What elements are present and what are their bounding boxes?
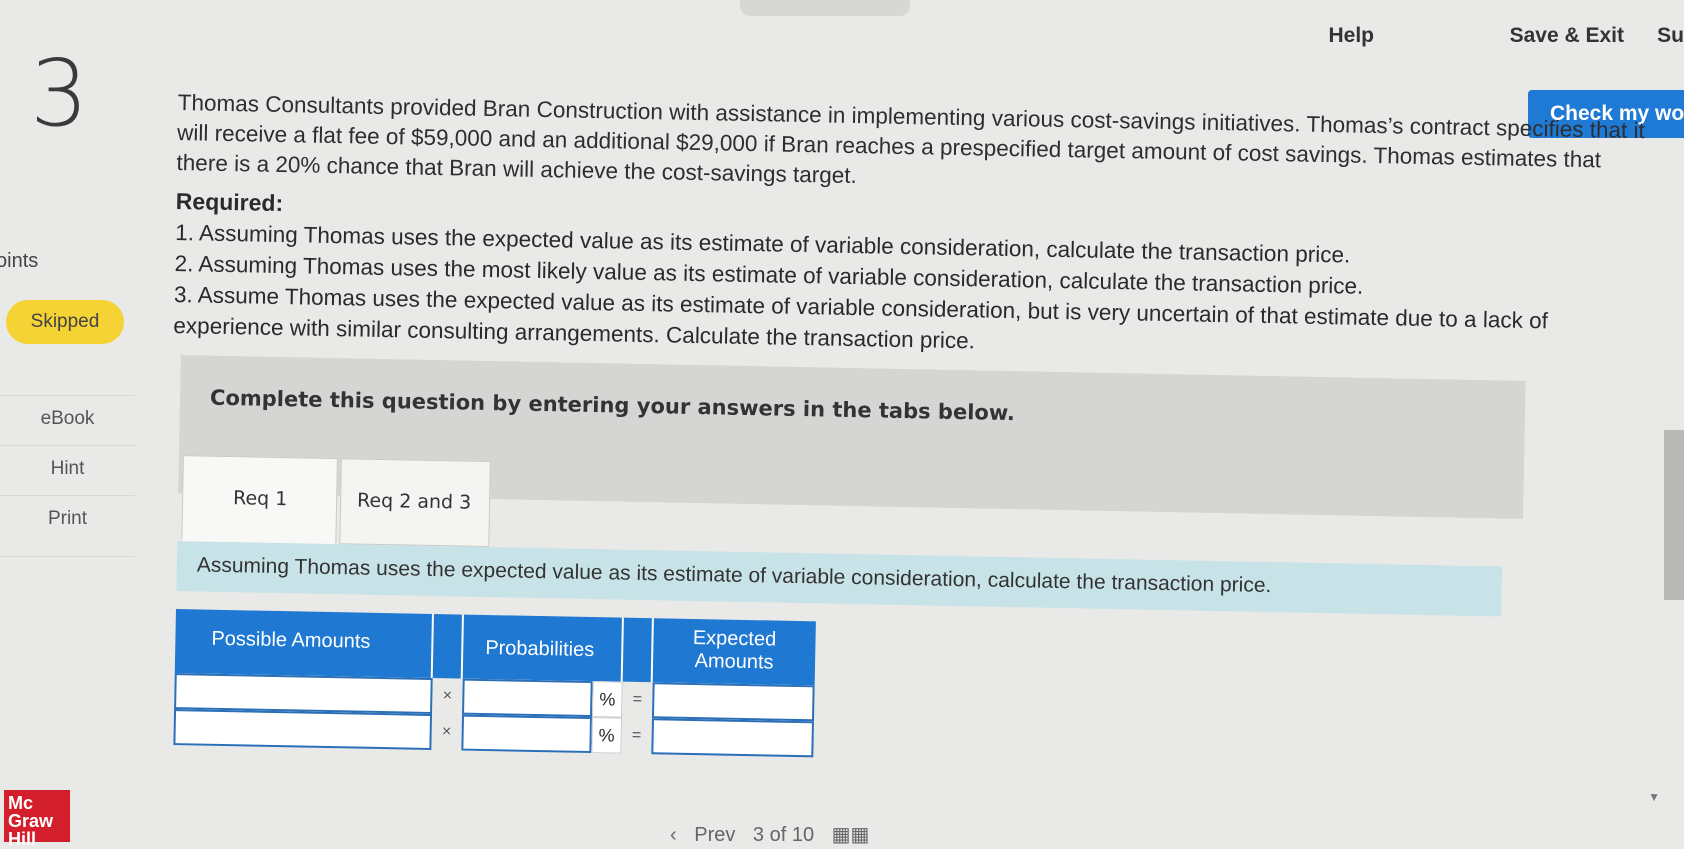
- expected-amount-input[interactable]: [651, 682, 815, 722]
- logo-line: Graw: [8, 811, 54, 831]
- bottom-navigation: ‹ Prev 3 of 10 ▦▦: [670, 822, 881, 847]
- answer-panel: Complete this question by entering your …: [178, 355, 1526, 548]
- logo-line: Mc: [8, 793, 34, 813]
- possible-amount-input[interactable]: [174, 673, 433, 714]
- expected-amount-input[interactable]: [651, 718, 814, 758]
- possible-amount-input[interactable]: [173, 709, 433, 750]
- expected-value-table: Possible Amounts Probabilities Expected …: [173, 609, 816, 758]
- probability-input[interactable]: [462, 678, 593, 718]
- save-exit-link[interactable]: Save & Exit: [1510, 24, 1624, 48]
- mcgraw-hill-logo: Mc Graw Hill: [4, 790, 70, 848]
- question-text: Thomas Consultants provided Bran Constru…: [176, 89, 1646, 189]
- table-header: Possible Amounts Probabilities Expected …: [174, 609, 816, 686]
- tab-req-1[interactable]: Req 1: [181, 455, 338, 545]
- header-possible-amounts: Possible Amounts: [174, 609, 434, 678]
- equals-operator: =: [631, 726, 642, 745]
- scroll-down-icon[interactable]: ▼: [1648, 790, 1660, 804]
- header-spacer: [622, 617, 654, 683]
- header-probabilities: Probabilities: [462, 614, 624, 682]
- percent-sign: %: [591, 717, 622, 754]
- tab-req-2-and-3[interactable]: Req 2 and 3: [339, 458, 491, 548]
- question-number: 3: [30, 40, 89, 147]
- requirements-list: 1. Assuming Thomas uses the expected val…: [173, 217, 1645, 369]
- submit-link[interactable]: Su: [1657, 24, 1684, 48]
- points-label: oints: [0, 250, 39, 272]
- scrollbar[interactable]: [1664, 430, 1684, 600]
- page-indicator: 3 of 10: [752, 824, 815, 846]
- header-expected-amounts: Expected Amounts: [692, 626, 777, 674]
- logo-line: Hill: [8, 829, 37, 849]
- help-link[interactable]: Help: [1328, 24, 1374, 48]
- status-badge: Skipped: [6, 300, 124, 344]
- multiply-operator: ×: [442, 687, 453, 705]
- probability-input[interactable]: [461, 714, 592, 754]
- question-content: Thomas Consultants provided Bran Constru…: [165, 88, 1647, 773]
- prev-button[interactable]: Prev: [694, 824, 735, 846]
- sidebar-item-print[interactable]: Print: [0, 495, 135, 557]
- browser-tab-pill: [740, 0, 910, 16]
- equals-operator: =: [632, 690, 643, 709]
- grid-icon[interactable]: ▦▦: [832, 824, 870, 846]
- percent-sign: %: [591, 681, 623, 718]
- header-spacer: [432, 614, 464, 679]
- panel-title: Complete this question by entering your …: [209, 385, 1016, 426]
- multiply-operator: ×: [441, 723, 452, 741]
- instruction-bar: Assuming Thomas uses the expected value …: [176, 541, 1503, 617]
- chevron-left-icon[interactable]: ‹: [670, 824, 677, 846]
